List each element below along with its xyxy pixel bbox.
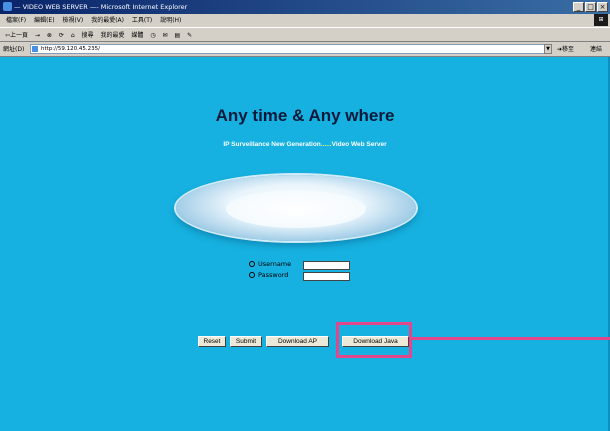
download-ap-button[interactable]: Download AP [266, 336, 329, 347]
submit-button[interactable]: Submit [230, 336, 262, 347]
reset-button[interactable]: Reset [198, 336, 226, 347]
bullet-icon [249, 272, 255, 278]
menu-tools[interactable]: 工具(T) [132, 14, 152, 27]
page-headline: Any time & Any where [215, 106, 395, 125]
password-input[interactable] [303, 272, 350, 281]
password-label: Password [258, 271, 289, 279]
close-button[interactable]: × [597, 2, 608, 12]
favorites-button[interactable]: 我的最愛 [100, 28, 124, 41]
address-input[interactable]: http://59.120.45.235/ [30, 44, 548, 54]
highlight-callout-line [411, 337, 610, 340]
menu-view[interactable]: 檢視(V) [62, 14, 83, 27]
page-subtitle: IP Surveillance New Generation......Vide… [0, 141, 610, 148]
menu-favorites[interactable]: 我的最愛(A) [91, 14, 124, 27]
username-label: Username [258, 260, 292, 268]
maximize-button[interactable]: □ [585, 2, 596, 12]
ie-icon [3, 2, 12, 11]
bullet-icon [249, 261, 255, 267]
print-icon[interactable]: ▤ [174, 28, 180, 41]
edit-icon[interactable]: ✎ [187, 28, 192, 41]
address-label: 網址(D) [3, 46, 25, 53]
menu-file[interactable]: 檔案(F) [6, 14, 26, 27]
menu-help[interactable]: 說明(H) [160, 14, 181, 27]
home-icon[interactable]: ⌂ [71, 28, 75, 41]
username-input[interactable] [303, 261, 350, 270]
back-button[interactable]: ⇦上一頁 [5, 28, 28, 41]
window-titlebar: — VIDEO WEB SERVER —- Microsoft Internet… [0, 0, 610, 14]
address-dropdown-icon[interactable]: ▼ [544, 44, 552, 54]
forward-button[interactable]: → [35, 28, 40, 41]
username-row: Username [249, 260, 291, 269]
search-button[interactable]: 搜尋 [82, 28, 94, 41]
minimize-button[interactable]: _ [573, 2, 584, 12]
media-button[interactable]: 媒體 [131, 28, 143, 41]
window-controls: _ □ × [573, 2, 608, 12]
highlight-box [336, 322, 412, 358]
window-title: — VIDEO WEB SERVER —- Microsoft Internet… [14, 3, 188, 11]
stop-icon[interactable]: ⊗ [47, 28, 52, 41]
mail-icon[interactable]: ✉ [163, 28, 168, 41]
page-icon [32, 46, 38, 52]
history-icon[interactable]: ◷ [150, 28, 155, 41]
windows-logo-icon: ⊞ [594, 14, 608, 26]
login-lens-center [226, 190, 366, 228]
subtitle-dots: ...... [320, 141, 332, 148]
menu-bar: 檔案(F) 編輯(E) 檢視(V) 我的最愛(A) 工具(T) 說明(H) [0, 14, 610, 27]
subtitle-part3: Video Web Server [331, 141, 387, 148]
toolbar: ⇦上一頁 → ⊗ ⟳ ⌂ 搜尋 我的最愛 媒體 ◷ ✉ ▤ ✎ [0, 27, 610, 42]
password-row: Password [249, 271, 288, 280]
subtitle-part1: IP Surveillance New Generation [223, 141, 321, 148]
go-button[interactable]: ➜移至 [557, 42, 574, 57]
address-bar: 網址(D) http://59.120.45.235/ ▼ ➜移至 連結 [0, 42, 610, 57]
links-button[interactable]: 連結 [590, 42, 602, 57]
address-url: http://59.120.45.235/ [41, 46, 100, 52]
refresh-icon[interactable]: ⟳ [59, 28, 64, 41]
menu-edit[interactable]: 編輯(E) [34, 14, 54, 27]
